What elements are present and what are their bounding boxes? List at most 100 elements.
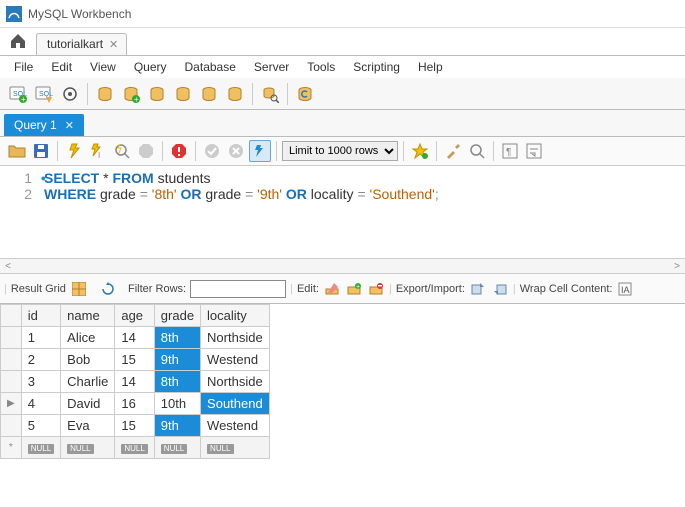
cell-grade[interactable]: 8th (154, 327, 200, 349)
save-icon[interactable] (30, 140, 52, 162)
menu-tools[interactable]: Tools (299, 58, 343, 76)
wrap-cell-icon[interactable]: IA (616, 280, 634, 298)
sql-editor[interactable]: 1 SELECT * FROM students 2 WHERE grade =… (0, 166, 685, 258)
cell-locality[interactable]: Southend (201, 393, 270, 415)
cell-id[interactable]: 4 (21, 393, 60, 415)
execute-icon[interactable] (63, 140, 85, 162)
db-search-icon[interactable] (258, 82, 282, 106)
delete-row-icon[interactable] (367, 280, 385, 298)
menu-edit[interactable]: Edit (43, 58, 80, 76)
cell-age[interactable]: 15 (115, 349, 154, 371)
stop-on-error-icon[interactable] (168, 140, 190, 162)
db-refresh-icon[interactable] (293, 82, 317, 106)
cell-locality[interactable]: Westend (201, 349, 270, 371)
limit-dropdown[interactable]: Limit to 1000 rows (282, 141, 398, 161)
table-row[interactable]: 3Charlie148thNorthside (1, 371, 270, 393)
row-cursor: * (1, 437, 22, 459)
cell-age[interactable]: 15 (115, 415, 154, 437)
open-folder-icon[interactable] (6, 140, 28, 162)
commit-icon[interactable] (201, 140, 223, 162)
edit-label: Edit: (297, 283, 319, 295)
cell-id[interactable]: 5 (21, 415, 60, 437)
col-locality[interactable]: locality (201, 305, 270, 327)
close-icon[interactable]: ✕ (109, 38, 118, 51)
cell-grade[interactable]: 9th (154, 415, 200, 437)
result-grid[interactable]: id name age grade locality 1Alice148thNo… (0, 304, 270, 459)
cell-grade[interactable]: NULL (154, 437, 200, 459)
table-row-new[interactable]: *NULLNULLNULLNULLNULL (1, 437, 270, 459)
cell-name[interactable]: David (61, 393, 115, 415)
connection-tab[interactable]: tutorialkart ✕ (36, 33, 127, 55)
col-grade[interactable]: grade (154, 305, 200, 327)
svg-text:I: I (98, 151, 100, 160)
export-icon[interactable] (469, 280, 487, 298)
cell-age[interactable]: NULL (115, 437, 154, 459)
toggle-invisible-icon[interactable]: ¶ (499, 140, 521, 162)
cell-locality[interactable]: Northside (201, 371, 270, 393)
titlebar: MySQL Workbench (0, 0, 685, 28)
menu-query[interactable]: Query (126, 58, 175, 76)
db-add-icon[interactable]: + (119, 82, 143, 106)
new-sql-tab-icon[interactable]: SQL+ (6, 82, 30, 106)
explain-icon[interactable] (111, 140, 133, 162)
db-tool2-icon[interactable] (171, 82, 195, 106)
col-name[interactable]: name (61, 305, 115, 327)
cell-name[interactable]: Charlie (61, 371, 115, 393)
cell-grade[interactable]: 10th (154, 393, 200, 415)
db-create-icon[interactable] (93, 82, 117, 106)
rollback-icon[interactable] (225, 140, 247, 162)
db-tool1-icon[interactable] (145, 82, 169, 106)
menu-file[interactable]: File (6, 58, 41, 76)
inspector-icon[interactable] (58, 82, 82, 106)
cell-id[interactable]: 3 (21, 371, 60, 393)
table-row[interactable]: 1Alice148thNorthside (1, 327, 270, 349)
execute-current-icon[interactable]: I (87, 140, 109, 162)
menu-scripting[interactable]: Scripting (345, 58, 408, 76)
cell-grade[interactable]: 8th (154, 371, 200, 393)
cell-age[interactable]: 16 (115, 393, 154, 415)
filter-input[interactable] (190, 280, 286, 298)
cell-age[interactable]: 14 (115, 371, 154, 393)
cell-name[interactable]: Eva (61, 415, 115, 437)
favorite-icon[interactable] (409, 140, 431, 162)
cell-name[interactable]: NULL (61, 437, 115, 459)
cell-locality[interactable]: Westend (201, 415, 270, 437)
menu-view[interactable]: View (82, 58, 124, 76)
autocommit-toggle-icon[interactable] (249, 140, 271, 162)
cell-age[interactable]: 14 (115, 327, 154, 349)
query-tab[interactable]: Query 1 ✕ (4, 114, 84, 136)
close-icon[interactable]: ✕ (65, 119, 74, 132)
db-tool3-icon[interactable] (197, 82, 221, 106)
cell-name[interactable]: Alice (61, 327, 115, 349)
result-grid-icon[interactable] (70, 280, 88, 298)
table-row[interactable]: 2Bob159thWestend (1, 349, 270, 371)
db-tool4-icon[interactable] (223, 82, 247, 106)
cell-id[interactable]: 1 (21, 327, 60, 349)
cell-locality[interactable]: NULL (201, 437, 270, 459)
import-icon[interactable] (491, 280, 509, 298)
menu-help[interactable]: Help (410, 58, 451, 76)
cell-name[interactable]: Bob (61, 349, 115, 371)
wrap-icon[interactable] (523, 140, 545, 162)
find-icon[interactable] (466, 140, 488, 162)
cell-locality[interactable]: Northside (201, 327, 270, 349)
add-row-icon[interactable]: + (345, 280, 363, 298)
col-id[interactable]: id (21, 305, 60, 327)
beautify-icon[interactable] (442, 140, 464, 162)
cell-id[interactable]: 2 (21, 349, 60, 371)
menu-database[interactable]: Database (177, 58, 244, 76)
table-row[interactable]: 5Eva159thWestend (1, 415, 270, 437)
row-cursor (1, 371, 22, 393)
edit-row-icon[interactable] (323, 280, 341, 298)
col-age[interactable]: age (115, 305, 154, 327)
stop-icon[interactable] (135, 140, 157, 162)
table-row[interactable]: ▶4David1610thSouthend (1, 393, 270, 415)
refresh-icon[interactable] (99, 280, 117, 298)
horizontal-scrollbar[interactable]: <> (0, 258, 685, 274)
menu-server[interactable]: Server (246, 58, 297, 76)
home-icon[interactable] (8, 31, 28, 51)
cell-grade[interactable]: 9th (154, 349, 200, 371)
open-sql-file-icon[interactable]: SQL (32, 82, 56, 106)
cell-id[interactable]: NULL (21, 437, 60, 459)
app-title: MySQL Workbench (28, 7, 131, 21)
